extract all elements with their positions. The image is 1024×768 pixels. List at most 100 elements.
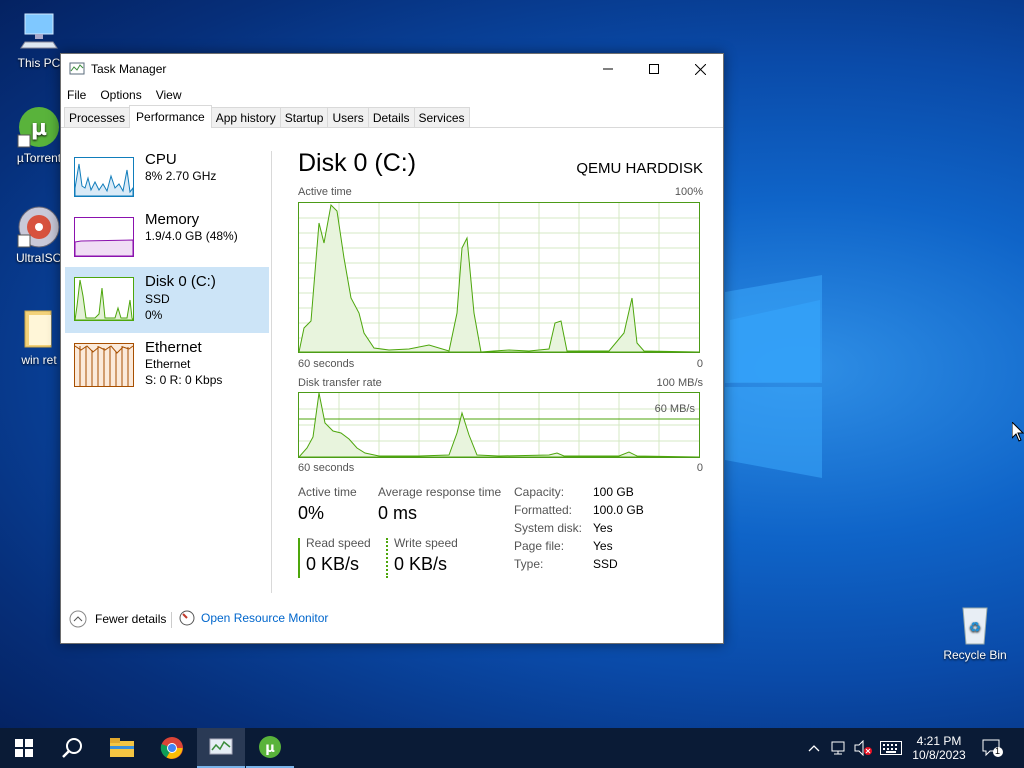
tab-users[interactable]: Users [327,107,369,127]
write-speed-value: 0 KB/s [394,554,448,574]
fewer-details-button[interactable]: Fewer details [69,610,166,628]
tab-strip: Processes Performance App history Startu… [61,105,723,128]
footer-separator [171,612,172,628]
search-button[interactable] [48,728,96,768]
detail-title: Disk 0 (C:) [298,149,417,177]
resource-item-ethernet[interactable]: Ethernet Ethernet S: 0 R: 0 Kbps [65,333,269,397]
clock-time: 4:21 PM [916,734,962,748]
resource-name: Memory [145,211,200,228]
maximize-icon [649,64,659,74]
resource-item-memory[interactable]: Memory 1.9/4.0 GB (48%) [65,209,269,273]
tab-details[interactable]: Details [367,107,415,127]
minimize-icon [603,68,613,70]
title-bar[interactable]: Task Manager [61,54,723,84]
resource-detail-2: S: 0 R: 0 Kbps [145,373,223,387]
menu-view[interactable]: View [156,88,182,102]
write-speed-label: Write speed [394,536,458,550]
action-center-button[interactable]: 1 [978,728,1008,768]
open-resource-monitor-link[interactable]: Open Resource Monitor [179,610,328,626]
ethernet-thumbnail-graph [74,343,134,387]
property-key: Capacity: [514,485,565,499]
close-button[interactable] [677,54,723,84]
tab-performance[interactable]: Performance [129,105,212,128]
taskbar-chrome[interactable] [148,728,196,768]
network-tray-button[interactable] [828,728,850,768]
property-key: Formatted: [514,503,573,517]
property-value: 100 GB [593,485,634,499]
maximize-button[interactable] [631,54,677,84]
task-manager-icon [209,738,233,755]
resource-name: CPU [145,151,177,168]
windows-start-icon [15,739,33,757]
windows-logo-light [725,275,822,478]
folder-icon [17,307,61,351]
keyboard-tray-button[interactable] [877,728,905,768]
property-key: System disk: [514,521,583,535]
taskbar-utorrent[interactable]: µ [246,728,294,768]
resource-item-disk0[interactable]: Disk 0 (C:) SSD 0% [65,267,269,333]
desktop-icon-recycle-bin[interactable]: ♻ Recycle Bin [940,602,1010,662]
chevron-up-icon [69,610,87,628]
avg-response-value: 0 ms [378,503,418,523]
avg-response-label: Average response time [378,485,502,499]
graph2-left-axis: 60 seconds [298,462,355,474]
resource-detail: SSD [145,292,170,306]
network-icon [831,741,845,755]
graph2-max: 100 MB/s [656,377,703,389]
show-hidden-icons-button[interactable] [804,728,824,768]
graph1-left-axis: 60 seconds [298,358,355,370]
keyboard-icon [880,741,902,755]
svg-text:µ: µ [265,741,275,756]
notification-count: 1 [995,746,1001,756]
disk-thumbnail-graph [74,277,134,321]
graph2-right-axis: 0 [696,462,703,474]
graph1-label: Active time [298,186,352,198]
start-button[interactable] [0,728,48,768]
menu-bar: File Options View [61,84,723,106]
property-key: Type: [514,557,544,571]
taskbar-file-explorer[interactable] [98,728,146,768]
tab-services[interactable]: Services [413,107,470,127]
resource-monitor-label: Open Resource Monitor [201,611,329,625]
window-title: Task Manager [91,62,167,76]
read-speed-value: 0 KB/s [306,554,360,574]
resource-item-cpu[interactable]: CPU 8% 2.70 GHz [65,149,269,213]
clock[interactable]: 4:21 PM 10/8/2023 [908,728,970,768]
graph1-right-axis: 0 [696,358,703,370]
search-icon [62,738,82,758]
read-speed-label: Read speed [306,536,371,550]
resource-name: Ethernet [145,339,202,356]
graph1-max: 100% [674,186,703,198]
pane-divider[interactable] [271,151,272,593]
tab-app-history[interactable]: App history [210,107,281,127]
active-time-value: 0% [298,503,325,523]
window-footer: Fewer details Open Resource Monitor [61,608,723,634]
transfer-rate-graph: 60 MB/s [297,392,700,458]
active-time-label: Active time [298,485,357,499]
desktop-icon-label: Recycle Bin [943,648,1007,662]
resource-name: Disk 0 (C:) [145,273,216,290]
svg-text:µ: µ [31,116,47,141]
close-icon [694,63,706,75]
fewer-details-label: Fewer details [95,612,167,626]
taskbar-task-manager[interactable] [197,728,245,768]
task-manager-icon [69,62,85,75]
graph2-label: Disk transfer rate [298,377,382,389]
resource-detail-2: 0% [145,308,163,322]
clock-date: 10/8/2023 [912,748,966,762]
menu-file[interactable]: File [67,88,86,102]
recycle-bin-icon: ♻ [953,602,997,646]
resource-detail: 8% 2.70 GHz [145,169,217,183]
volume-tray-button[interactable] [852,728,874,768]
mouse-cursor-icon [1012,422,1024,442]
minimize-button[interactable] [585,54,631,84]
tab-startup[interactable]: Startup [279,107,329,127]
resource-monitor-icon [179,610,195,626]
property-value: 100.0 GB [593,503,644,517]
menu-options[interactable]: Options [100,88,141,102]
active-time-graph [298,202,700,353]
chrome-icon [160,737,183,759]
memory-thumbnail-graph [74,217,134,257]
tab-processes[interactable]: Processes [64,107,131,127]
property-value: Yes [593,539,613,553]
